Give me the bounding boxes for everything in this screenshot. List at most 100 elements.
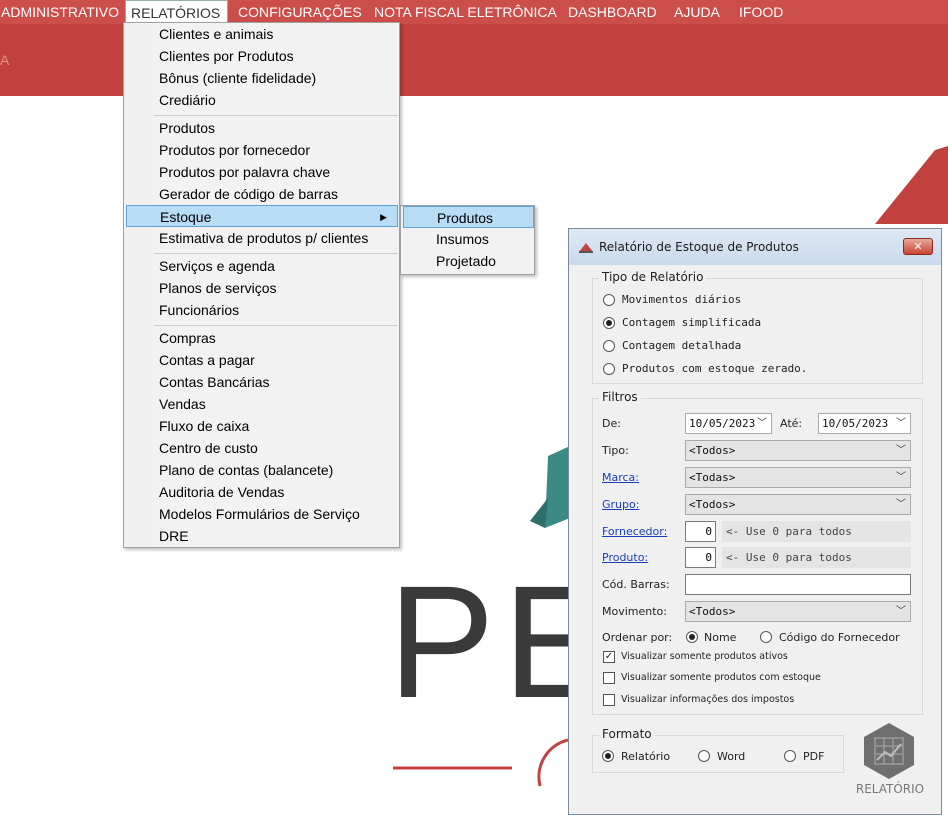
submenu-item-insumos[interactable]: Insumos <box>403 228 534 250</box>
menu-item-bonus[interactable]: Bônus (cliente fidelidade) <box>126 67 398 89</box>
radio-contagem-detalhada[interactable] <box>603 340 615 352</box>
submenu-arrow-icon: ▶ <box>380 212 387 222</box>
menu-item-compras[interactable]: Compras <box>126 327 398 349</box>
menu-ajuda[interactable]: AJUDA <box>669 0 725 24</box>
produto-link[interactable]: Produto: <box>602 551 648 564</box>
grupo-select[interactable]: <Todos> ﹀ <box>685 494 911 515</box>
ate-label: Até: <box>780 417 803 430</box>
produto-input[interactable]: 0 <box>685 547 716 568</box>
checkbox-produtos-ativos[interactable]: ✓ <box>603 651 615 663</box>
menu-item-gerador-codigo-barras[interactable]: Gerador de código de barras <box>126 183 398 205</box>
estoque-submenu: Produtos Insumos Projetado <box>400 205 535 275</box>
menu-item-funcionarios[interactable]: Funcionários <box>126 299 398 321</box>
chevron-down-icon: ﹀ <box>896 499 906 510</box>
submenu-item-projetado[interactable]: Projetado <box>403 250 534 272</box>
submenu-item-produtos[interactable]: Produtos <box>403 206 534 228</box>
close-button[interactable]: ✕ <box>903 238 933 255</box>
formato-group: Formato Relatório Word PDF <box>592 727 844 773</box>
menu-item-vendas[interactable]: Vendas <box>126 393 398 415</box>
movimento-label: Movimento: <box>602 605 667 618</box>
menu-item-centro-custo[interactable]: Centro de custo <box>126 437 398 459</box>
radio-contagem-simplificada[interactable] <box>603 317 615 329</box>
chevron-down-icon: ﹀ <box>896 445 906 456</box>
dialog-title: Relatório de Estoque de Produtos <box>599 240 799 254</box>
main-menubar: ADMINISTRATIVO RELATÓRIOS CONFIGURAÇÕES … <box>0 0 948 24</box>
chevron-down-icon: ﹀ <box>896 418 906 429</box>
menu-item-plano-contas[interactable]: Plano de contas (balancete) <box>126 459 398 481</box>
radio-estoque-zerado[interactable] <box>603 363 615 375</box>
menu-item-produtos-palavra-chave[interactable]: Produtos por palavra chave <box>126 161 398 183</box>
checkbox-label: Visualizar somente produtos ativos <box>621 651 788 662</box>
cod-barras-label: Cód. Barras: <box>602 578 670 591</box>
menu-ifood[interactable]: IFOOD <box>734 0 788 24</box>
tipo-relatorio-group: Tipo de Relatório Movimentos diários Con… <box>592 270 923 384</box>
menu-item-fluxo-caixa[interactable]: Fluxo de caixa <box>126 415 398 437</box>
radio-formato-word[interactable] <box>698 750 710 762</box>
banner-partial-text: A <box>0 52 10 68</box>
radio-formato-relatorio[interactable] <box>602 750 614 762</box>
radio-label: Contagem simplificada <box>622 316 762 329</box>
relatorio-button-label: RELATÓRIO <box>855 782 925 796</box>
chevron-down-icon: ﹀ <box>757 418 767 429</box>
menu-item-produtos[interactable]: Produtos <box>126 117 398 139</box>
cod-barras-input[interactable] <box>685 574 911 595</box>
menu-item-estimativa[interactable]: Estimativa de produtos p/ clientes <box>126 227 398 249</box>
menu-item-auditoria-vendas[interactable]: Auditoria de Vendas <box>126 481 398 503</box>
ate-date-picker[interactable]: 10/05/2023 ﹀ <box>818 413 911 434</box>
radio-label: Movimentos diários <box>622 293 742 306</box>
radio-label: Nome <box>704 631 737 644</box>
grupo-link[interactable]: Grupo: <box>602 498 639 511</box>
menu-item-contas-bancarias[interactable]: Contas Bancárias <box>126 371 398 393</box>
menu-dashboard[interactable]: DASHBOARD <box>563 0 662 24</box>
menu-item-servicos-agenda[interactable]: Serviços e agenda <box>126 255 398 277</box>
menu-item-contas-pagar[interactable]: Contas a pagar <box>126 349 398 371</box>
filtros-group: Filtros De: 10/05/2023 ﹀ Até: 10/05/2023 ﹀… <box>592 390 923 715</box>
radio-label: Código do Fornecedor <box>779 631 900 644</box>
menu-item-planos-servicos[interactable]: Planos de serviços <box>126 277 398 299</box>
radio-ordenar-nome[interactable] <box>686 631 698 643</box>
ordenar-label: Ordenar por: <box>602 631 673 644</box>
tipo-label: Tipo: <box>602 444 629 457</box>
relatorio-button[interactable] <box>860 722 918 780</box>
radio-label: Relatório <box>621 750 671 763</box>
formato-title: Formato <box>599 727 655 741</box>
marca-select[interactable]: <Todas> ﹀ <box>685 467 911 488</box>
checkbox-produtos-com-estoque[interactable] <box>603 672 615 684</box>
menu-item-crediario[interactable]: Crediário <box>126 89 398 111</box>
filtros-title: Filtros <box>599 390 641 404</box>
menu-nota-fiscal[interactable]: NOTA FISCAL ELETRÔNICA <box>369 0 562 24</box>
menu-separator <box>154 325 398 326</box>
radio-ordenar-codigo-fornecedor[interactable] <box>760 631 772 643</box>
movimento-select[interactable]: <Todos> ﹀ <box>685 601 911 622</box>
fornecedor-input[interactable]: 0 <box>685 521 716 542</box>
radio-label: PDF <box>803 750 825 763</box>
tipo-relatorio-title: Tipo de Relatório <box>599 270 707 284</box>
menu-item-produtos-fornecedor[interactable]: Produtos por fornecedor <box>126 139 398 161</box>
menu-separator <box>154 115 398 116</box>
menu-administrativo[interactable]: ADMINISTRATIVO <box>0 0 124 24</box>
menu-item-dre[interactable]: DRE <box>126 525 398 547</box>
chevron-down-icon: ﹀ <box>896 606 906 617</box>
radio-label: Contagem detalhada <box>622 339 742 352</box>
radio-movimentos-diarios[interactable] <box>603 294 615 306</box>
marca-link[interactable]: Marca: <box>602 471 639 484</box>
fornecedor-link[interactable]: Fornecedor: <box>602 525 667 538</box>
menu-relatorios[interactable]: RELATÓRIOS <box>125 0 228 24</box>
menu-configuracoes[interactable]: CONFIGURAÇÕES <box>233 0 367 24</box>
radio-label: Produtos com estoque zerado. <box>622 362 808 375</box>
menu-item-modelos-formularios[interactable]: Modelos Formulários de Serviço <box>126 503 398 525</box>
menu-item-clientes-produtos[interactable]: Clientes por Produtos <box>126 45 398 67</box>
de-date-picker[interactable]: 10/05/2023 ﹀ <box>685 413 772 434</box>
chevron-down-icon: ﹀ <box>896 472 906 483</box>
radio-label: Word <box>717 750 746 763</box>
menu-item-estoque[interactable]: Estoque ▶ <box>126 205 398 227</box>
checkbox-label: Visualizar informações dos impostos <box>621 694 795 705</box>
radio-formato-pdf[interactable] <box>784 750 796 762</box>
checkbox-informacoes-impostos[interactable] <box>603 694 615 706</box>
produto-hint: <- Use 0 para todos <box>722 547 911 568</box>
app-logo-icon <box>579 243 593 253</box>
menu-item-clientes-animais[interactable]: Clientes e animais <box>126 23 398 45</box>
dialog-titlebar[interactable]: Relatório de Estoque de Produtos ✕ <box>569 229 941 265</box>
tipo-select[interactable]: <Todos> ﹀ <box>685 440 911 461</box>
menu-separator <box>154 253 398 254</box>
